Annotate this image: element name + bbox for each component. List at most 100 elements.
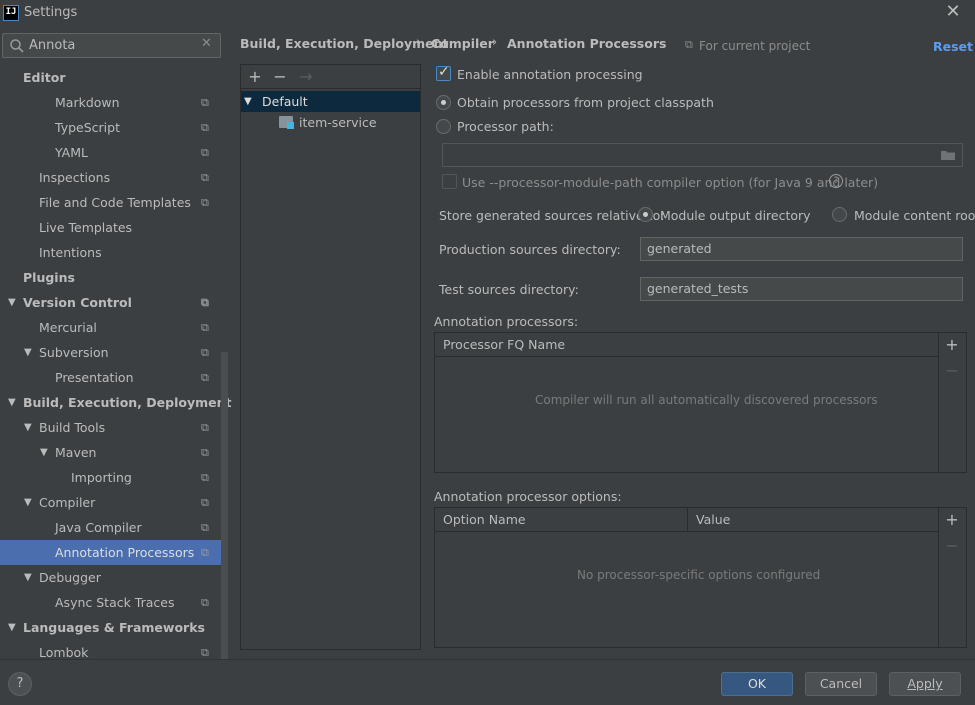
- help-icon[interactable]: ?: [829, 174, 843, 188]
- sidebar-item[interactable]: ▼ Debugger: [0, 565, 228, 590]
- intellij-logo-icon: IJ: [3, 5, 19, 21]
- module-content-root-radio[interactable]: [832, 207, 847, 222]
- sidebar-item[interactable]: TypeScript ⧉: [0, 115, 228, 140]
- module-output-label[interactable]: Module output directory: [660, 208, 811, 223]
- sidebar-item[interactable]: ▼ Version Control ⧉: [0, 290, 228, 315]
- clear-search-icon[interactable]: ✕: [201, 36, 212, 51]
- option-value-header[interactable]: Value: [688, 508, 938, 532]
- expand-arrow-icon[interactable]: ▼: [8, 615, 16, 640]
- title-bar: IJ Settings ✕: [0, 0, 975, 27]
- expand-arrow-icon[interactable]: ▼: [24, 340, 32, 365]
- profile-default[interactable]: ▼ Default: [241, 91, 420, 112]
- sidebar-item[interactable]: ▼ Languages & Frameworks: [0, 615, 228, 640]
- sidebar-item[interactable]: Java Compiler ⧉: [0, 515, 228, 540]
- sidebar-item[interactable]: Intentions: [0, 240, 228, 265]
- sidebar-item[interactable]: ▼ Maven ⧉: [0, 440, 228, 465]
- sidebar-item[interactable]: Live Templates: [0, 215, 228, 240]
- reset-link[interactable]: Reset: [933, 39, 973, 54]
- sidebar-item-label: Build Tools: [39, 420, 106, 435]
- processors-empty-text: Compiler will run all automatically disc…: [535, 393, 878, 407]
- dialog-footer: ? OK Cancel Apply: [0, 659, 975, 705]
- module-output-radio[interactable]: [638, 207, 653, 222]
- sidebar-item[interactable]: Async Stack Traces ⧉: [0, 590, 228, 615]
- sidebar-item[interactable]: Annotation Processors ⧉: [0, 540, 228, 565]
- remove-profile-icon[interactable]: −: [271, 67, 289, 87]
- project-scope-icon: ⧉: [201, 471, 209, 484]
- sidebar-item-label: Subversion: [39, 345, 109, 360]
- options-side-toolbar: + −: [939, 507, 967, 648]
- option-name-header[interactable]: Option Name: [435, 508, 688, 532]
- processor-options-table[interactable]: Option Name Value No processor-specific …: [434, 507, 939, 648]
- sidebar-item-label: Mercurial: [39, 320, 97, 335]
- ok-button[interactable]: OK: [721, 672, 793, 696]
- folder-icon[interactable]: [940, 149, 956, 161]
- annotation-processors-table[interactable]: Processor FQ Name Compiler will run all …: [434, 332, 939, 473]
- apply-button-label: Apply: [907, 676, 943, 691]
- sidebar-item[interactable]: Plugins: [0, 265, 228, 290]
- sidebar-item[interactable]: Mercurial ⧉: [0, 315, 228, 340]
- sidebar-item-label: Version Control: [23, 295, 132, 310]
- sidebar-item-label: Maven: [55, 445, 97, 460]
- sidebar-item[interactable]: YAML ⧉: [0, 140, 228, 165]
- apply-button[interactable]: Apply: [889, 672, 961, 696]
- settings-sidebar: ✕ Editor Markdown⧉TypeScript⧉YAML⧉Inspect…: [0, 27, 231, 685]
- sidebar-item[interactable]: ▼ Subversion ⧉: [0, 340, 228, 365]
- sidebar-item[interactable]: Markdown ⧉: [0, 90, 228, 115]
- expand-arrow-icon[interactable]: ▼: [40, 440, 48, 465]
- add-profile-icon[interactable]: +: [246, 67, 264, 87]
- sidebar-item[interactable]: ▼ Build Tools ⧉: [0, 415, 228, 440]
- sidebar-scrollbar[interactable]: [221, 352, 228, 685]
- profiles-panel: + − → ▼ Default item-service: [240, 64, 421, 650]
- obtain-from-classpath-label[interactable]: Obtain processors from project classpath: [457, 95, 714, 110]
- search-input[interactable]: [29, 37, 199, 54]
- close-icon[interactable]: ✕: [944, 2, 962, 22]
- processor-path-field[interactable]: [442, 143, 963, 167]
- add-option-icon[interactable]: +: [941, 510, 963, 529]
- sidebar-item[interactable]: ▼ Build, Execution, Deployment: [0, 390, 231, 415]
- breadcrumb-item-compiler[interactable]: Compiler: [431, 36, 494, 51]
- sidebar-item-label: Importing: [71, 470, 132, 485]
- search-box[interactable]: ✕: [2, 33, 221, 58]
- breadcrumb-separator: ›: [416, 35, 422, 50]
- sidebar-item[interactable]: Importing ⧉: [0, 465, 228, 490]
- processor-fq-name-header[interactable]: Processor FQ Name: [435, 333, 938, 357]
- test-dir-field[interactable]: generated_tests: [640, 277, 963, 301]
- remove-processor-icon[interactable]: −: [941, 361, 963, 380]
- production-dir-field[interactable]: generated: [640, 237, 963, 261]
- sidebar-item-label: Async Stack Traces: [55, 595, 175, 610]
- module-content-root-label[interactable]: Module content root: [854, 208, 975, 223]
- sidebar-item-label: Java Compiler: [55, 520, 142, 535]
- sidebar-item-label: Editor: [23, 70, 66, 85]
- add-processor-icon[interactable]: +: [941, 335, 963, 354]
- sidebar-item[interactable]: Editor: [0, 65, 228, 90]
- project-scope-icon: ⧉: [201, 371, 209, 384]
- processor-path-label[interactable]: Processor path:: [457, 119, 554, 134]
- project-scope-icon: ⧉: [201, 146, 209, 159]
- enable-annotation-processing-checkbox[interactable]: [436, 64, 451, 81]
- module-path-checkbox[interactable]: [442, 174, 457, 189]
- expand-arrow-icon[interactable]: ▼: [24, 490, 32, 515]
- sidebar-item[interactable]: Inspections ⧉: [0, 165, 228, 190]
- project-scope-icon: ⧉: [201, 171, 209, 184]
- cancel-button[interactable]: Cancel: [805, 672, 877, 696]
- expand-arrow-icon[interactable]: ▼: [8, 290, 16, 315]
- remove-option-icon[interactable]: −: [941, 536, 963, 555]
- sidebar-item[interactable]: Presentation ⧉: [0, 365, 228, 390]
- window-title: Settings: [24, 5, 78, 20]
- enable-annotation-processing-label[interactable]: Enable annotation processing: [457, 67, 643, 82]
- obtain-from-classpath-radio[interactable]: [436, 95, 451, 110]
- breadcrumb-item-annotation-processors: Annotation Processors: [507, 36, 667, 51]
- move-to-icon[interactable]: →: [297, 67, 315, 87]
- sidebar-item-label: File and Code Templates: [39, 195, 191, 210]
- sidebar-item[interactable]: ▼ Compiler ⧉: [0, 490, 228, 515]
- sidebar-item[interactable]: File and Code Templates ⧉: [0, 190, 228, 215]
- expand-arrow-icon[interactable]: ▼: [24, 415, 32, 440]
- processor-path-radio[interactable]: [436, 119, 451, 134]
- sidebar-item-label: Debugger: [39, 570, 101, 585]
- help-button[interactable]: ?: [8, 672, 32, 696]
- annotation-processors-title: Annotation processors:: [434, 314, 579, 329]
- expand-arrow-icon[interactable]: ▼: [8, 390, 16, 415]
- expand-arrow-icon[interactable]: ▼: [244, 91, 252, 112]
- expand-arrow-icon[interactable]: ▼: [24, 565, 32, 590]
- project-scope-icon: ⧉: [685, 38, 693, 51]
